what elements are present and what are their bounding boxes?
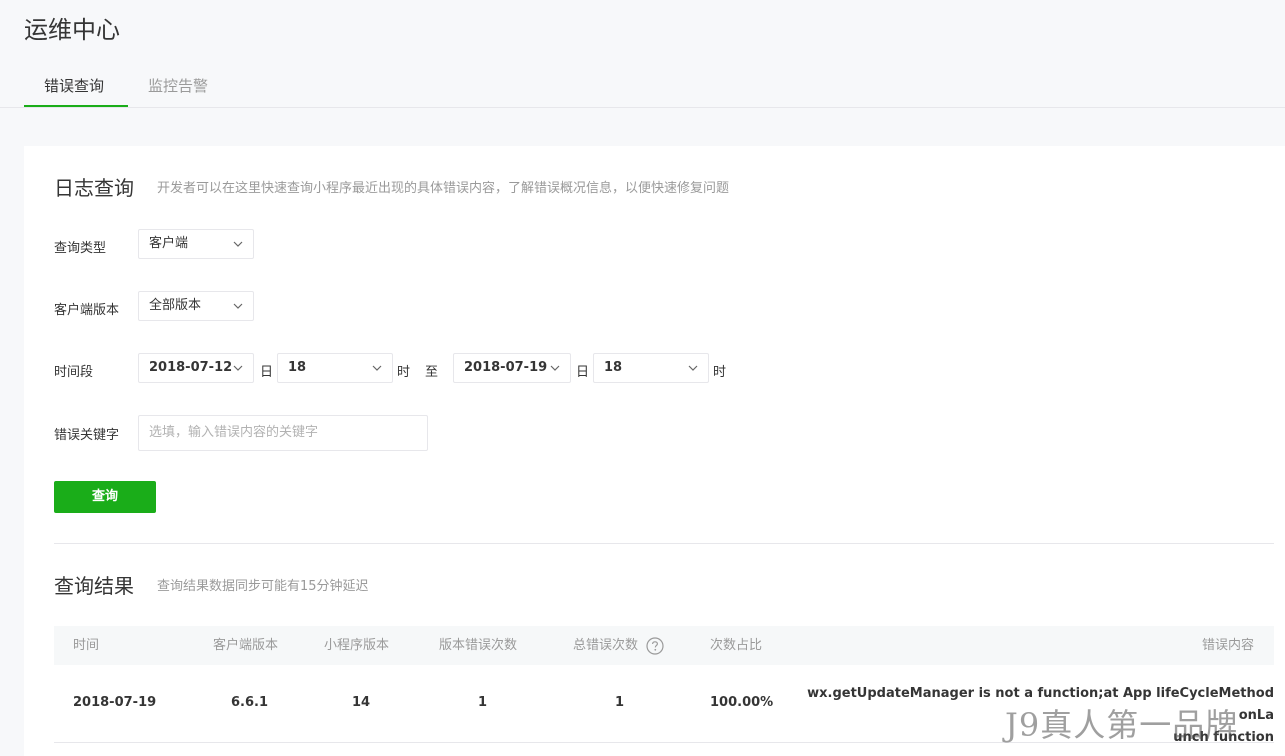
- cell-client-version: 6.6.1: [231, 695, 269, 710]
- start-hour-unit: 时: [397, 365, 411, 380]
- results-table-header: 时间 客户端版本 小程序版本 版本错误次数 总错误次数 次数占比 错误内容: [54, 626, 1274, 665]
- chevron-down-icon: [233, 365, 243, 371]
- end-hour-unit: 时: [713, 365, 727, 380]
- main-card: 日志查询 开发者可以在这里快速查询小程序最近出现的具体错误内容，了解错误概况信息…: [24, 146, 1285, 756]
- start-date-select[interactable]: 2018-07-12: [138, 353, 254, 383]
- chevron-down-icon: [372, 365, 382, 371]
- cell-ratio: 100.00%: [710, 695, 774, 710]
- col-time: 时间: [73, 638, 100, 653]
- chevron-down-icon: [233, 303, 243, 309]
- end-day-unit: 日: [576, 365, 590, 380]
- start-hour-select[interactable]: 18: [277, 353, 393, 383]
- question-circle-icon[interactable]: [646, 636, 664, 655]
- col-total-errors-label: 总错误次数: [573, 638, 639, 653]
- col-ratio: 次数占比: [710, 638, 763, 653]
- start-day-unit: 日: [260, 365, 274, 380]
- end-hour-select[interactable]: 18: [593, 353, 709, 383]
- page-title: 运维中心: [24, 16, 120, 44]
- end-hour-value: 18: [604, 360, 623, 375]
- log-query-title: 日志查询: [54, 176, 134, 200]
- col-error-content: 错误内容: [1201, 638, 1254, 653]
- tab-error-query[interactable]: 错误查询: [24, 74, 124, 98]
- watermark: J9真人第一品牌: [1005, 706, 1239, 744]
- cell-app-version: 14: [352, 695, 371, 710]
- client-version-value: 全部版本: [149, 298, 202, 313]
- results-description: 查询结果数据同步可能有15分钟延迟: [157, 579, 369, 594]
- tab-bar: 错误查询 监控告警: [0, 60, 1285, 108]
- keyword-input[interactable]: 选填，输入错误内容的关键字: [138, 415, 428, 451]
- keyword-label: 错误关键字: [54, 428, 120, 443]
- cell-time: 2018-07-19: [73, 695, 157, 710]
- query-button[interactable]: 查询: [54, 481, 156, 513]
- query-type-label: 查询类型: [54, 241, 107, 256]
- cell-version-errors: 1: [478, 695, 488, 710]
- end-date-value: 2018-07-19: [464, 360, 548, 375]
- tab-monitor-alert[interactable]: 监控告警: [128, 74, 228, 98]
- active-tab-indicator: [24, 105, 128, 107]
- chevron-down-icon: [550, 365, 560, 371]
- query-type-select[interactable]: 客户端: [138, 229, 254, 259]
- end-date-select[interactable]: 2018-07-19: [453, 353, 571, 383]
- time-range-label: 时间段: [54, 365, 94, 380]
- log-query-description: 开发者可以在这里快速查询小程序最近出现的具体错误内容，了解错误概况信息，以便快速…: [157, 181, 730, 196]
- client-version-label: 客户端版本: [54, 303, 120, 318]
- start-hour-value: 18: [288, 360, 307, 375]
- results-title: 查询结果: [54, 574, 134, 598]
- col-app-version: 小程序版本: [324, 638, 390, 653]
- col-total-errors: 总错误次数: [573, 626, 664, 665]
- range-to-label: 至: [425, 365, 439, 380]
- chevron-down-icon: [688, 365, 698, 371]
- section-divider: [54, 543, 1274, 544]
- chevron-down-icon: [233, 241, 243, 247]
- client-version-select[interactable]: 全部版本: [138, 291, 254, 321]
- col-client-version: 客户端版本: [213, 638, 279, 653]
- col-version-errors: 版本错误次数: [439, 638, 518, 653]
- query-type-value: 客户端: [149, 236, 189, 251]
- start-date-value: 2018-07-12: [149, 360, 233, 375]
- cell-total-errors: 1: [615, 695, 625, 710]
